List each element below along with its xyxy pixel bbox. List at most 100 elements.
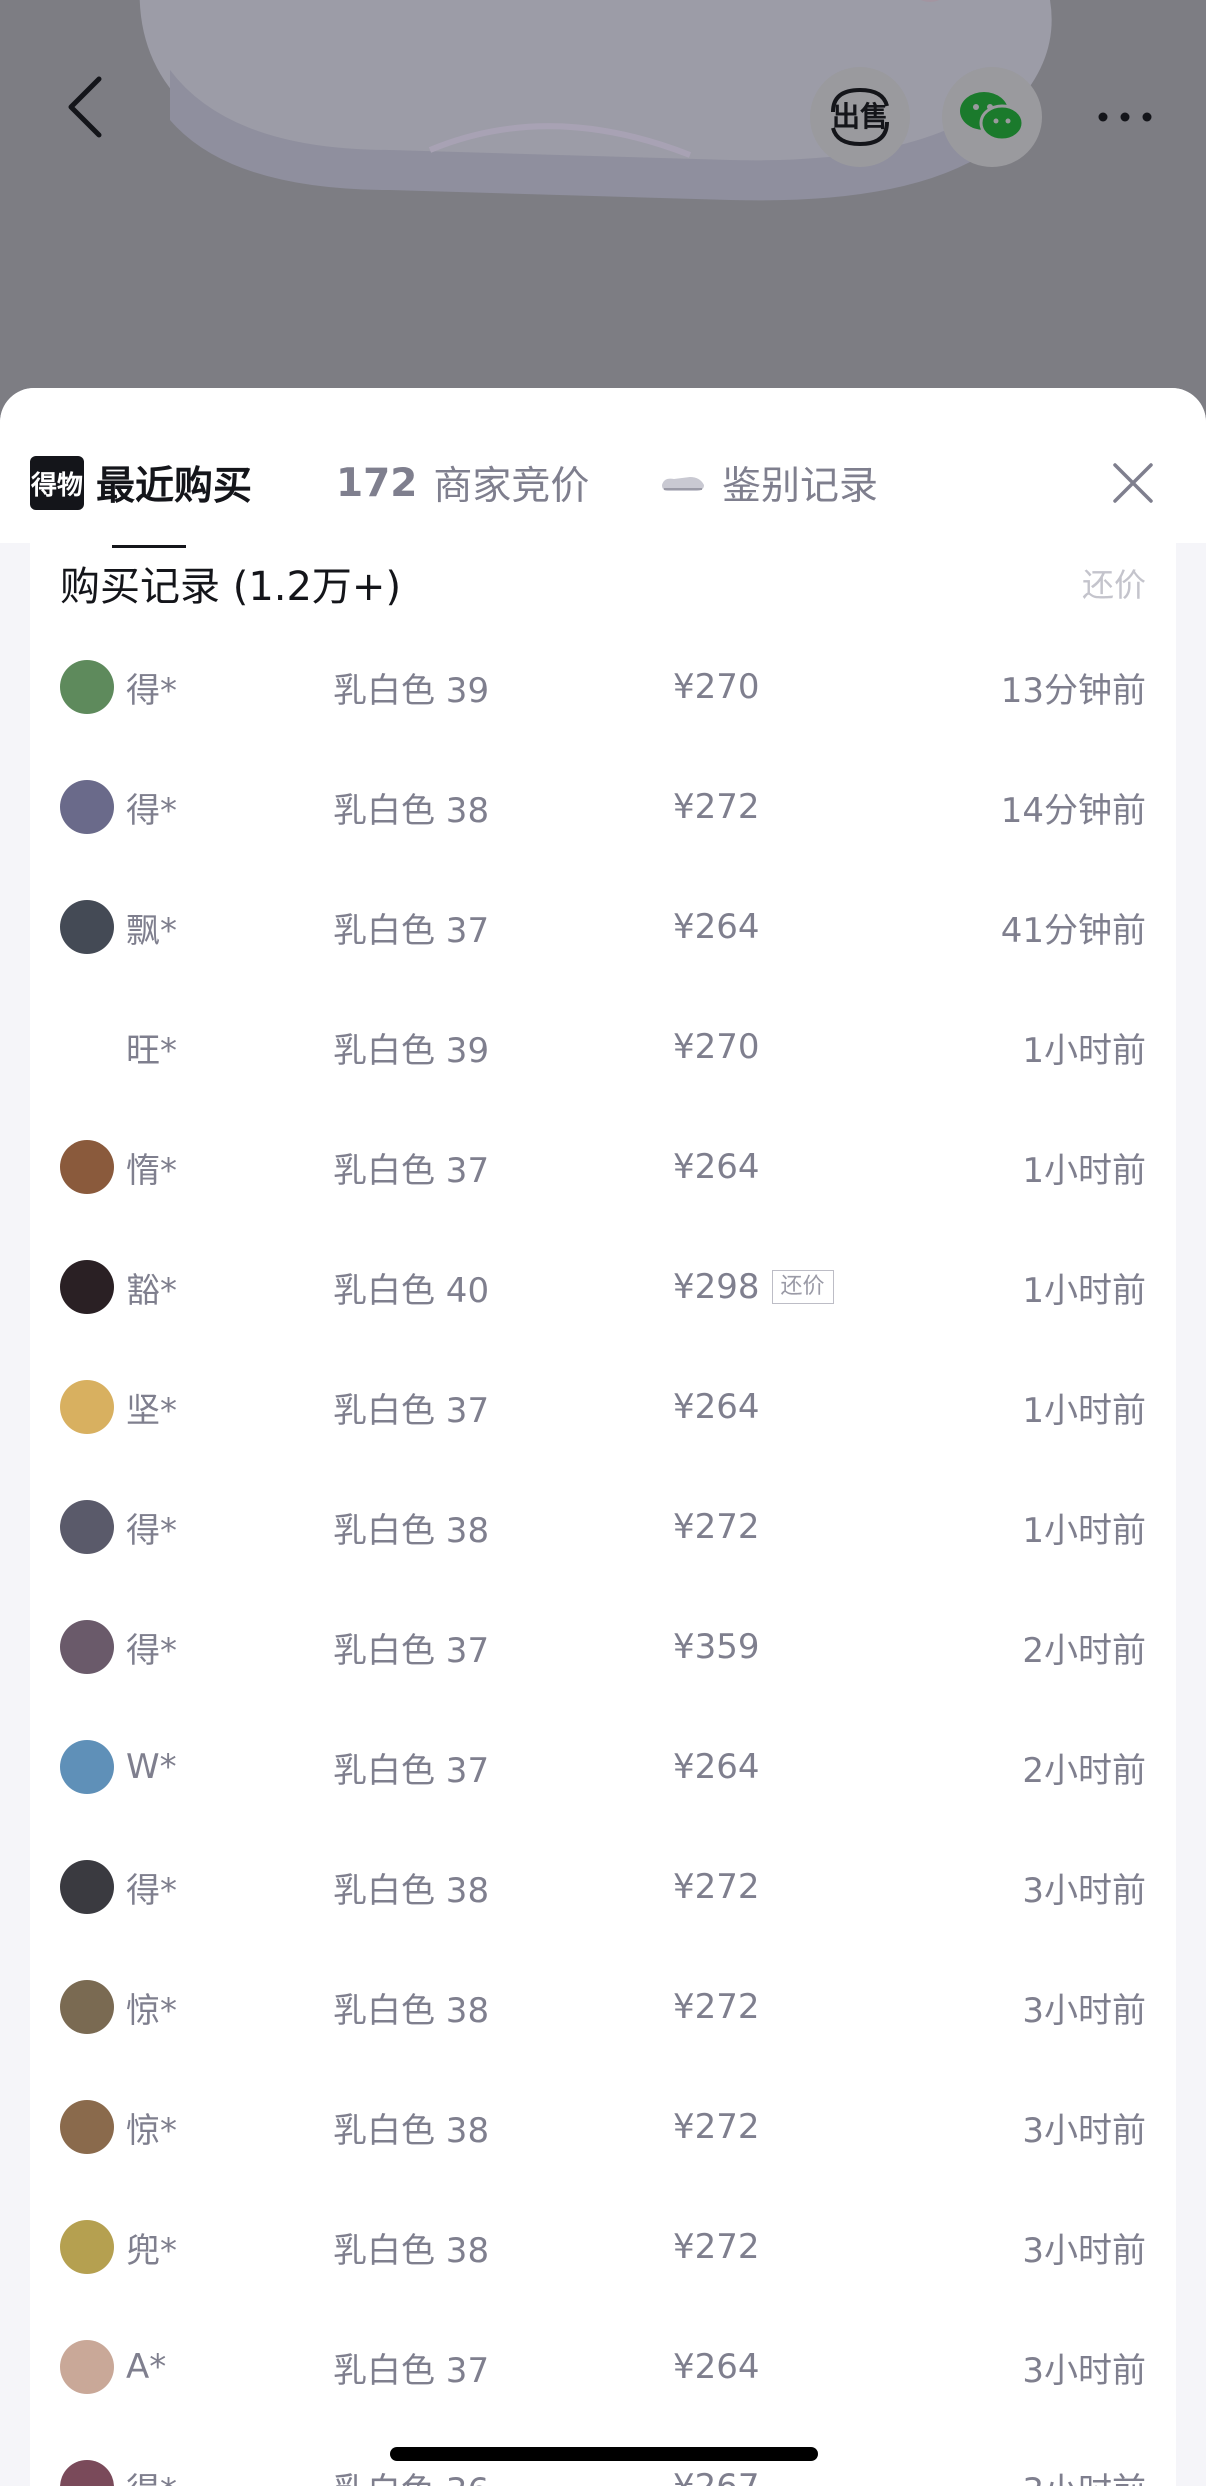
- price-value: ¥264: [673, 2347, 760, 2387]
- product-spec: 乳白色 37: [333, 1750, 490, 1791]
- wechat-share-button[interactable]: [942, 67, 1042, 167]
- purchase-time: 3小时前: [1022, 2110, 1146, 2151]
- product-spec: 乳白色 37: [333, 1150, 490, 1191]
- purchase-price: ¥264: [673, 1347, 760, 1467]
- product-spec: 乳白色 37: [333, 2350, 490, 2391]
- product-image-area: 出售: [0, 0, 1206, 420]
- record-row: 兜* 乳白色 38 ¥272 3小时前: [30, 2187, 1176, 2307]
- purchase-price: ¥264: [673, 1107, 760, 1227]
- sell-button[interactable]: 出售: [810, 67, 910, 167]
- price-value: ¥359: [673, 1627, 760, 1667]
- buyer-avatar: [60, 1740, 114, 1794]
- buyer-avatar: [60, 1260, 114, 1314]
- price-value: ¥298: [673, 1267, 760, 1307]
- wechat-icon: [960, 92, 1025, 142]
- more-button[interactable]: [1075, 67, 1175, 167]
- bargain-header-button[interactable]: 还价: [1082, 543, 1146, 623]
- purchase-time: 2小时前: [1022, 1750, 1146, 1791]
- record-row: 惊* 乳白色 38 ¥272 3小时前: [30, 2067, 1176, 2187]
- purchase-price: ¥272: [673, 1467, 760, 1587]
- product-spec: 乳白色 37: [333, 1390, 490, 1431]
- seller-count: 172: [336, 460, 418, 506]
- buyer-avatar: [60, 1500, 114, 1554]
- price-value: ¥267: [673, 2467, 760, 2486]
- buyer-name: 兜*: [126, 2230, 177, 2271]
- buyer-name: 得*: [126, 790, 177, 831]
- product-spec: 乳白色 38: [333, 790, 490, 831]
- product-spec: 乳白色 39: [333, 1030, 490, 1071]
- purchase-time: 1小时前: [1022, 1150, 1146, 1191]
- buyer-avatar: [60, 900, 114, 954]
- tab-seller-bids[interactable]: 172 商家竞价: [336, 448, 589, 518]
- tab-auth-label: 鉴别记录: [722, 464, 879, 509]
- record-row: 豁* 乳白色 40 ¥298 还价 1小时前: [30, 1227, 1176, 1347]
- buyer-name: 得*: [126, 670, 177, 711]
- price-value: ¥270: [673, 1027, 760, 1067]
- purchase-time: 14分钟前: [1000, 790, 1146, 831]
- close-button[interactable]: [1103, 448, 1163, 518]
- buyer-avatar: [60, 660, 114, 714]
- price-value: ¥272: [673, 2107, 760, 2147]
- buyer-name: W*: [126, 1747, 177, 1787]
- back-button[interactable]: [35, 57, 135, 157]
- sheet-tab-bar: 得物 最近购买 172 商家竞价 鉴别记录: [0, 388, 1206, 543]
- price-value: ¥264: [673, 907, 760, 947]
- record-row: 得* 乳白色 38 ¥272 14分钟前: [30, 747, 1176, 867]
- purchase-history-sheet: 得物 最近购买 172 商家竞价 鉴别记录 购买记录 (1.2万+) 还价 得*…: [0, 388, 1206, 2486]
- purchase-time: 13分钟前: [1000, 670, 1146, 711]
- purchase-time: 3小时前: [1022, 1870, 1146, 1911]
- record-row: A* 乳白色 37 ¥264 3小时前: [30, 2307, 1176, 2427]
- price-value: ¥272: [673, 787, 760, 827]
- record-row: W* 乳白色 37 ¥264 2小时前: [30, 1707, 1176, 1827]
- tab-recent-purchases[interactable]: 得物 最近购买: [30, 448, 252, 518]
- buyer-avatar: [60, 780, 114, 834]
- close-icon: [1113, 463, 1153, 503]
- buyer-avatar: [60, 2220, 114, 2274]
- buyer-avatar: [60, 2460, 114, 2486]
- buyer-name: 得*: [126, 1510, 177, 1551]
- purchase-price: ¥264: [673, 2307, 760, 2427]
- purchase-time: 3小时前: [1022, 2230, 1146, 2271]
- record-row: 飘* 乳白色 37 ¥264 41分钟前: [30, 867, 1176, 987]
- record-row: 惰* 乳白色 37 ¥264 1小时前: [30, 1107, 1176, 1227]
- buyer-avatar: [60, 1860, 114, 1914]
- purchase-price: ¥359: [673, 1587, 760, 1707]
- tab-recent-label: 最近购买: [96, 464, 253, 509]
- product-spec: 乳白色 38: [333, 1870, 490, 1911]
- buyer-avatar: [60, 1980, 114, 2034]
- record-row: 得* 乳白色 38 ¥272 1小时前: [30, 1467, 1176, 1587]
- buyer-name: A*: [126, 2347, 167, 2387]
- purchase-price: ¥270: [673, 627, 760, 747]
- more-dots-icon: [1098, 112, 1152, 122]
- chevron-left-icon: [68, 76, 102, 138]
- buyer-name: 飘*: [126, 910, 177, 951]
- record-row: 得* 乳白色 38 ¥272 3小时前: [30, 1827, 1176, 1947]
- sell-label: 出售: [832, 100, 888, 133]
- price-value: ¥264: [673, 1387, 760, 1427]
- price-value: ¥264: [673, 1747, 760, 1787]
- record-row: 得* 乳白色 39 ¥270 13分钟前: [30, 627, 1176, 747]
- buyer-name: 豁*: [126, 1270, 177, 1311]
- buyer-name: 旺*: [126, 1030, 177, 1071]
- home-indicator[interactable]: [390, 2447, 818, 2461]
- product-spec: 乳白色 38: [333, 2110, 490, 2151]
- product-spec: 乳白色 38: [333, 1510, 490, 1551]
- purchase-price: ¥264: [673, 867, 760, 987]
- purchase-price: ¥272: [673, 1947, 760, 2067]
- purchase-price: ¥272: [673, 2067, 760, 2187]
- record-row: 坚* 乳白色 37 ¥264 1小时前: [30, 1347, 1176, 1467]
- bargain-tag[interactable]: 还价: [771, 1270, 834, 1304]
- tab-authentication[interactable]: 鉴别记录: [660, 448, 878, 518]
- buyer-avatar: [60, 1380, 114, 1434]
- product-spec: 乳白色 37: [333, 1630, 490, 1671]
- purchase-price: ¥298 还价: [673, 1227, 834, 1347]
- records-title: 购买记录 (1.2万+): [60, 564, 402, 610]
- buyer-avatar: [60, 2100, 114, 2154]
- product-spec: 乳白色 38: [333, 1990, 490, 2031]
- buyer-name: 坚*: [126, 1390, 177, 1431]
- price-value: ¥272: [673, 1987, 760, 2027]
- purchase-time: 41分钟前: [1000, 910, 1146, 951]
- purchase-records-card: 购买记录 (1.2万+) 还价 得* 乳白色 39 ¥270 13分钟前 得* 乳白色 3…: [30, 543, 1176, 2486]
- record-row: 惊* 乳白色 38 ¥272 3小时前: [30, 1947, 1176, 2067]
- purchase-price: ¥272: [673, 747, 760, 867]
